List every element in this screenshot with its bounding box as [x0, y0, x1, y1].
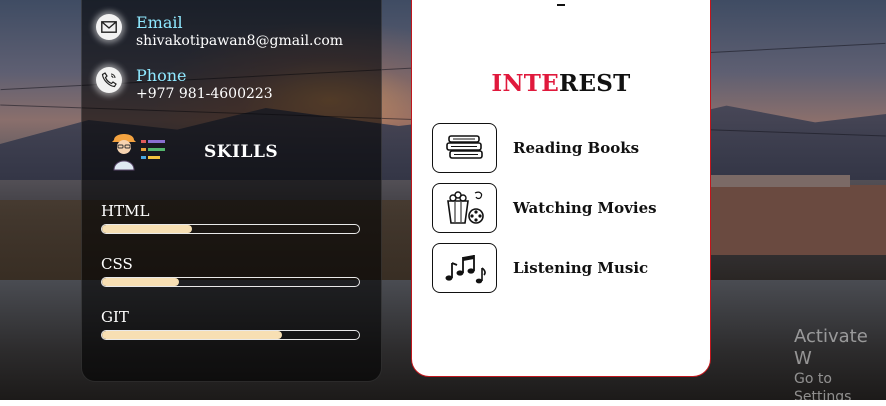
watermark-line-1: Activate W [794, 326, 868, 369]
skill-progress-bar [101, 330, 360, 340]
skill-progress-fill [102, 331, 282, 339]
interest-item-music: Listening Music [432, 243, 648, 293]
interest-label: Watching Movies [513, 199, 657, 217]
interest-heading-rest: REST [559, 70, 631, 97]
skill-name: CSS [101, 255, 133, 273]
watermark-line-2: Go to Settings [794, 371, 852, 405]
envelope-icon [96, 14, 122, 40]
skill-progress-bar [101, 277, 360, 287]
interest-label: Reading Books [513, 139, 640, 157]
developer-avatar-icon [112, 128, 166, 176]
contact-email: Email shivakotipawan8@gmail.com [96, 14, 343, 50]
skill-progress-fill [102, 225, 192, 233]
phone-label: Phone [136, 66, 187, 85]
email-value[interactable]: shivakotipawan8@gmail.com [136, 32, 343, 50]
skill-css: CSS [101, 255, 360, 287]
email-label: Email [136, 13, 183, 32]
interest-item-reading: Reading Books [432, 123, 639, 173]
music-notes-icon [432, 243, 497, 293]
interest-heading: INTEREST [411, 70, 711, 97]
skill-progress-bar [101, 224, 360, 234]
interest-label: Listening Music [513, 259, 649, 277]
skill-html: HTML [101, 202, 360, 234]
contact-phone: Phone +977 981-4600223 [96, 67, 273, 103]
popcorn-film-icon [432, 183, 497, 233]
skill-progress-fill [102, 278, 180, 286]
skill-name: GIT [101, 308, 129, 326]
activation-watermark: Activate W Go to Settings [794, 326, 886, 406]
phone-value[interactable]: +977 981-4600223 [136, 85, 273, 103]
interest-item-movies: Watching Movies [432, 183, 657, 233]
phone-icon [96, 67, 122, 93]
interest-heading-accent: INTE [491, 70, 560, 97]
dash-mark [557, 4, 565, 6]
building [700, 175, 886, 255]
skill-name: HTML [101, 202, 150, 220]
skills-heading: SKILLS [204, 142, 279, 162]
books-icon [432, 123, 497, 173]
skills-header: SKILLS [112, 128, 278, 176]
skill-git: GIT [101, 308, 360, 340]
